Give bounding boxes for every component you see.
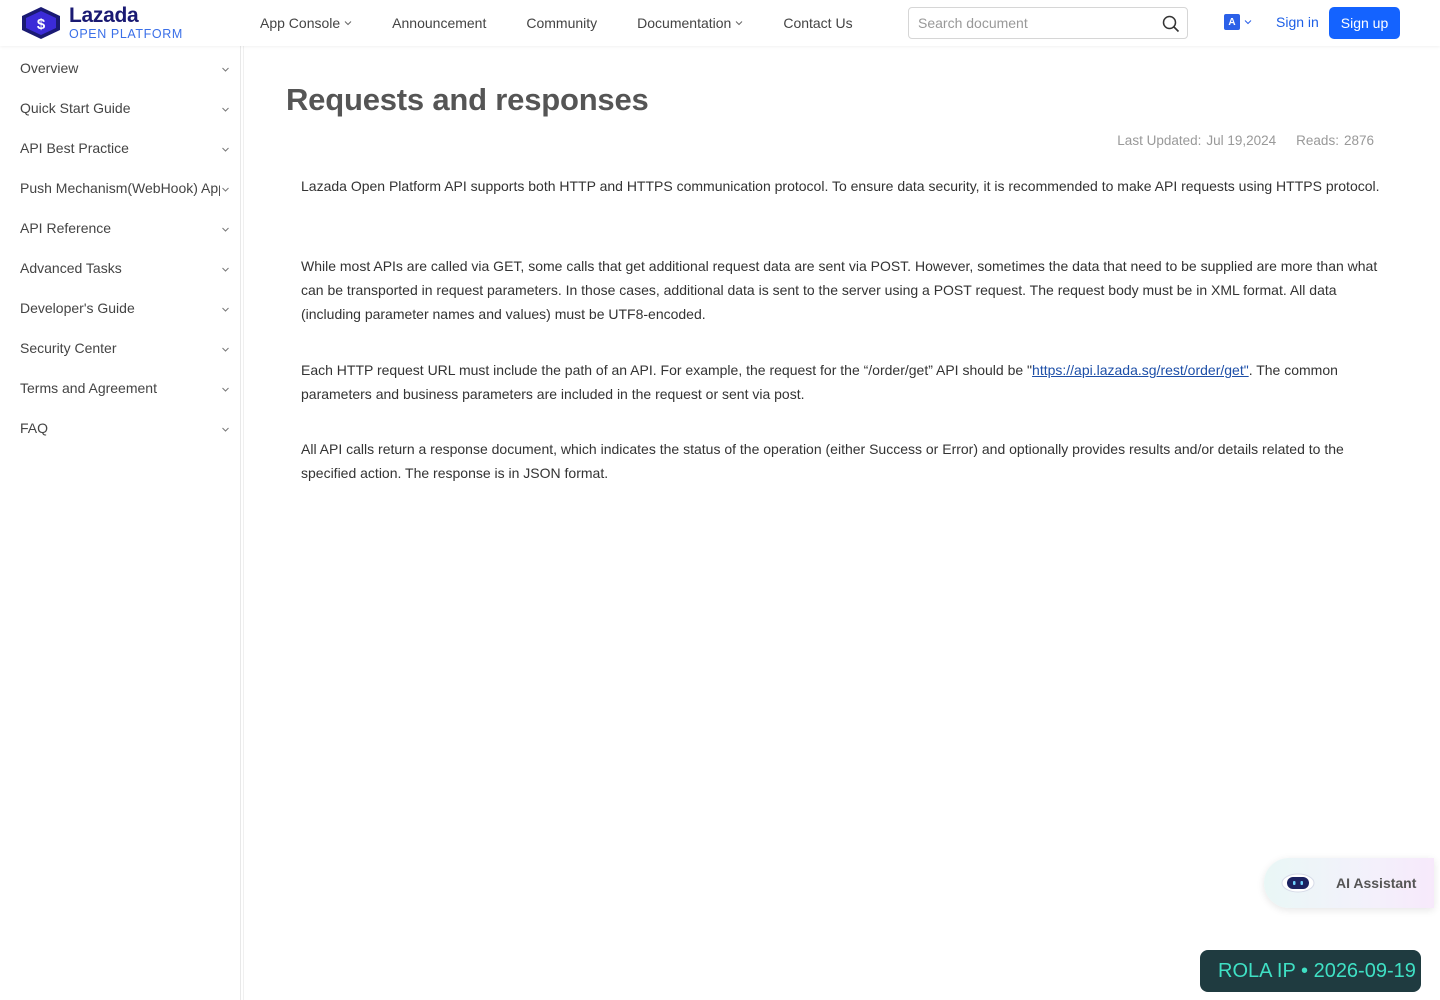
doc-meta: Last Updated: Jul 19,2024 Reads: 2876 (1117, 133, 1374, 148)
nav-community[interactable]: Community (526, 15, 597, 31)
docs-sidebar: Overview Quick Start Guide API Best Prac… (0, 46, 241, 1000)
sidebar-item-terms-and-agreement[interactable]: Terms and Agreement (0, 368, 241, 408)
logo-text: Lazada OPEN PLATFORM (69, 5, 183, 41)
paragraph-response: All API calls return a response document… (301, 441, 1344, 481)
lazada-logo[interactable]: $ Lazada OPEN PLATFORM (20, 5, 183, 41)
chevron-down-icon (222, 227, 229, 232)
sidebar-item-quick-start-guide[interactable]: Quick Start Guide (0, 88, 241, 128)
sidebar-item-overview[interactable]: Overview (0, 48, 241, 88)
chevron-down-icon (1244, 20, 1252, 25)
nav-app-console-label: App Console (260, 15, 341, 31)
sidebar-item-label: Security Center (20, 340, 117, 356)
paragraph-request-url: Each HTTP request URL must include the p… (301, 358, 1381, 406)
sidebar-item-developers-guide[interactable]: Developer's Guide (0, 288, 241, 328)
sign-up-button[interactable]: Sign up (1329, 7, 1400, 39)
sidebar-item-label: FAQ (20, 420, 49, 436)
main-content: Requests and responses Last Updated: Jul… (244, 46, 1440, 1000)
api-example-link[interactable]: https://api.lazada.sg/rest/order/get" (1032, 362, 1249, 378)
main-nav: App Console Announcement Community Docum… (260, 0, 893, 46)
chevron-down-icon (222, 347, 229, 352)
ai-assistant-button[interactable]: AI Assistant (1264, 858, 1434, 908)
last-updated-label: Last Updated: (1117, 133, 1202, 148)
nav-app-console[interactable]: App Console (260, 15, 352, 31)
sidebar-item-label: Terms and Agreement (20, 380, 157, 396)
last-updated-value: Jul 19,2024 (1206, 133, 1277, 148)
chevron-down-icon (222, 427, 229, 432)
sidebar-item-label: Push Mechanism(WebHook) App (20, 180, 220, 196)
sidebar-item-label: Quick Start Guide (20, 100, 131, 116)
sidebar-item-label: Developer's Guide (20, 300, 135, 316)
nav-contact-us[interactable]: Contact Us (783, 15, 852, 31)
reads-value: 2876 (1343, 133, 1374, 148)
paragraph-request-url-text: Each HTTP request URL must include the p… (301, 362, 1033, 378)
logo-name: Lazada (69, 4, 139, 28)
language-switcher[interactable]: A (1224, 14, 1252, 30)
sidebar-item-security-center[interactable]: Security Center (0, 328, 241, 368)
svg-text:$: $ (37, 16, 46, 33)
chevron-down-icon (222, 267, 229, 272)
robot-icon (1281, 873, 1315, 893)
sidebar-item-label: API Best Practice (20, 140, 129, 156)
search-icon[interactable] (1162, 15, 1180, 33)
chevron-down-icon (735, 21, 743, 26)
sidebar-item-api-reference[interactable]: API Reference (0, 208, 241, 248)
reads-label: Reads: (1296, 133, 1339, 148)
nav-community-label: Community (526, 15, 598, 31)
nav-announcement-label: Announcement (392, 15, 487, 31)
sidebar-item-push-mechanism[interactable]: Push Mechanism(WebHook) App (0, 168, 241, 208)
page-title: Requests and responses (286, 82, 649, 117)
sidebar-item-label: Advanced Tasks (20, 260, 122, 276)
sidebar-item-api-best-practice[interactable]: API Best Practice (0, 128, 241, 168)
sidebar-item-label: Overview (20, 60, 79, 76)
sidebar-item-advanced-tasks[interactable]: Advanced Tasks (0, 248, 241, 288)
lazada-logo-icon: $ (22, 7, 60, 39)
chevron-down-icon (222, 307, 229, 312)
logo-subtitle: OPEN PLATFORM (69, 27, 183, 42)
chevron-down-icon (222, 187, 229, 192)
sidebar-item-faq[interactable]: FAQ (0, 408, 241, 448)
chevron-down-icon (222, 147, 229, 152)
search-box (908, 7, 1188, 39)
sidebar-item-label: API Reference (20, 220, 112, 236)
search-input[interactable] (909, 14, 1149, 32)
chevron-down-icon (222, 387, 229, 392)
nav-documentation-label: Documentation (637, 15, 732, 31)
top-header: $ Lazada OPEN PLATFORM App Console Annou… (0, 0, 1440, 46)
language-icon: A (1224, 14, 1240, 30)
nav-documentation[interactable]: Documentation (637, 15, 743, 31)
watermark-overlay: ROLA IP • 2026-09-19 (1200, 950, 1421, 992)
chevron-down-icon (222, 67, 229, 72)
chevron-down-icon (222, 107, 229, 112)
chevron-down-icon (344, 21, 352, 26)
paragraph-get-post: While most APIs are called via GET, some… (301, 258, 1378, 322)
nav-contact-us-label: Contact Us (783, 15, 853, 31)
sign-in-link[interactable]: Sign in (1276, 14, 1319, 30)
ai-assistant-label: AI Assistant (1336, 875, 1417, 891)
paragraph-protocol: Lazada Open Platform API supports both H… (301, 178, 1380, 194)
nav-announcement[interactable]: Announcement (392, 15, 486, 31)
